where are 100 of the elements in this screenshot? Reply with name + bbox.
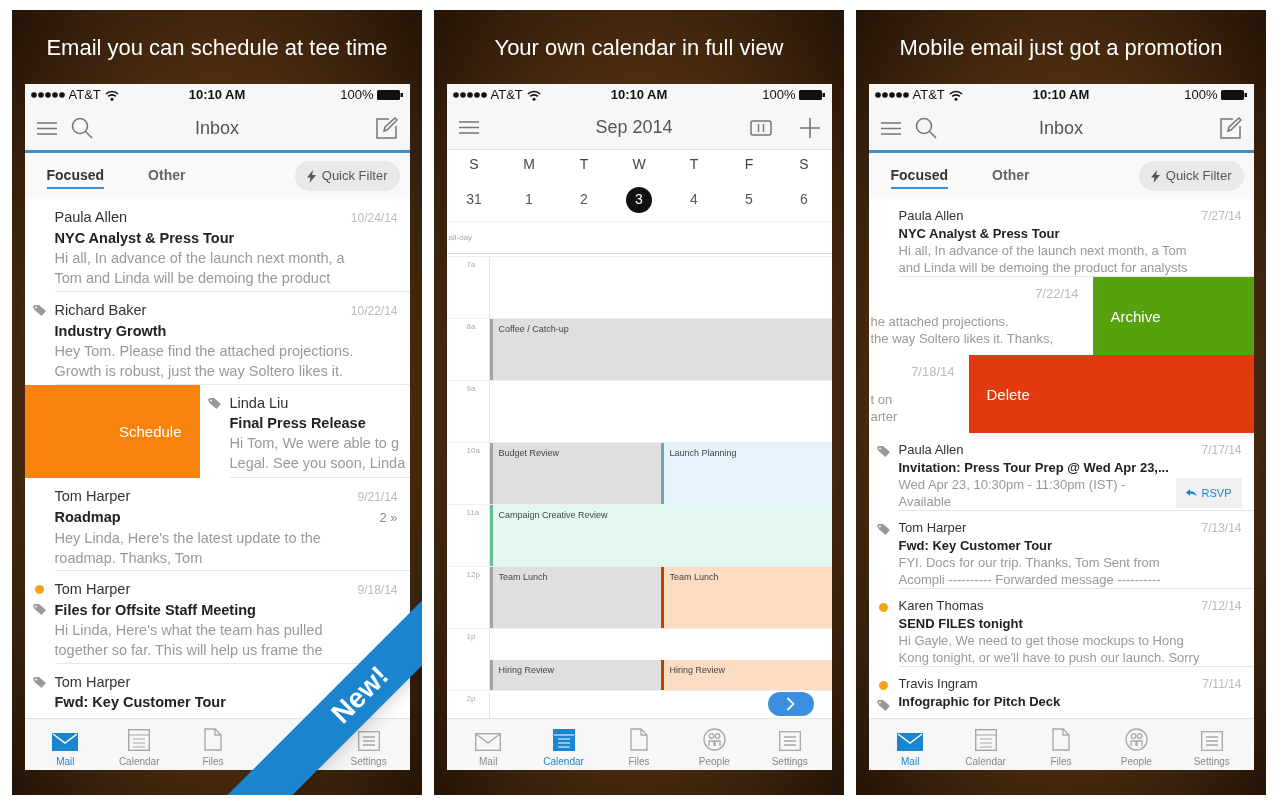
wifi-icon: [526, 89, 541, 101]
calendar-event[interactable]: Team Lunch: [489, 567, 661, 629]
message-subject: Industry Growth: [54, 322, 167, 341]
quick-filter-button[interactable]: Quick Filter: [1138, 161, 1244, 191]
hour-label: 2p: [466, 693, 476, 705]
tab-bar-item[interactable]: Mail: [884, 720, 937, 769]
message-subject: Roadmap: [54, 508, 121, 527]
hour-label: 11a: [466, 507, 480, 519]
message-subject: Final Press Release: [229, 414, 366, 433]
rsvp-button[interactable]: RSVP: [1175, 478, 1242, 508]
calendar-date[interactable]: 2: [571, 186, 597, 213]
next-button[interactable]: [767, 692, 814, 716]
weekday-label: W: [631, 154, 647, 174]
calendar-icon: [552, 728, 575, 751]
tab-bar-item[interactable]: Calendar: [537, 720, 590, 769]
calendar-event[interactable]: Coffee / Catch-up: [489, 319, 832, 381]
battery-icon: [799, 90, 826, 100]
people-icon: [702, 727, 726, 751]
calendar-event[interactable]: Team Lunch: [660, 567, 832, 629]
weekday-label: T: [688, 154, 700, 174]
compose-icon[interactable]: [375, 117, 398, 139]
message-date: 10/24/14: [350, 210, 398, 227]
tab-bar-item[interactable]: Mail: [39, 720, 92, 769]
menu-icon[interactable]: [458, 121, 479, 134]
tab-bar-item[interactable]: Mail: [462, 720, 515, 769]
tab-bar-item[interactable]: People: [1110, 720, 1163, 769]
sender-name: Richard Baker: [54, 301, 147, 320]
all-day-label: all-day: [447, 231, 474, 244]
message-preview: Hi Linda, Here's what the team has pulled together so far. This will help us frame the: [54, 621, 324, 660]
message-date: 7/18/14: [911, 363, 956, 380]
message-preview: Hi all, In advance of the launch next month, a Tom and Linda will be demoing the product for analysts: [898, 242, 1189, 276]
carrier-name: AT&T: [490, 86, 523, 105]
compose-icon[interactable]: [1219, 117, 1242, 139]
file-icon: [1051, 727, 1070, 751]
weekday-label: F: [743, 154, 755, 174]
calendar-date[interactable]: 3: [626, 186, 652, 213]
hour-label: 10a: [466, 445, 480, 457]
sender-name: Linda Liu: [229, 394, 289, 413]
filter-tab[interactable]: Other: [148, 163, 186, 189]
settings-icon: [778, 730, 801, 751]
message-preview: Hey Linda, Here's the latest update to the roadmap. Thanks, Tom: [54, 529, 322, 568]
calendar-date[interactable]: 6: [791, 186, 817, 213]
archive-action[interactable]: Archive: [1092, 277, 1254, 355]
file-icon: [204, 727, 222, 751]
calendar-event[interactable]: Launch Planning: [660, 443, 832, 505]
signal-icon: [30, 92, 65, 98]
calendar-date[interactable]: 4: [681, 186, 707, 213]
calendar-icon: [128, 728, 151, 751]
tab-bar-item[interactable]: Calendar: [959, 720, 1012, 769]
battery-icon: [377, 90, 404, 100]
people-icon: [1124, 727, 1148, 751]
view-toggle-icon[interactable]: [749, 119, 772, 136]
message-subject: Files for Offsite Staff Meeting: [54, 601, 256, 620]
message-date: 7/11/14: [1202, 676, 1242, 693]
search-icon[interactable]: [914, 117, 937, 139]
filter-tab[interactable]: Focused: [890, 163, 949, 189]
screen-title: Inbox: [193, 116, 240, 140]
battery-percent: 100%: [340, 86, 374, 105]
chevron-right-icon: [786, 697, 795, 711]
menu-icon[interactable]: [36, 121, 57, 135]
wifi-icon: [948, 89, 963, 101]
mail-icon: [897, 732, 924, 751]
mail-icon: [475, 732, 502, 751]
battery-icon: [1221, 90, 1248, 100]
filter-tab[interactable]: Focused: [46, 163, 105, 189]
tab-bar-item[interactable]: Calendar: [113, 720, 166, 769]
calendar-event[interactable]: Hiring Review: [489, 660, 661, 691]
add-icon[interactable]: [799, 117, 820, 138]
sender-name: Karen Thomas: [898, 597, 984, 614]
status-time: 10:10 AM: [1032, 86, 1090, 105]
sender-name: Travis Ingram: [898, 675, 978, 692]
sender-name: Paula Allen: [898, 207, 964, 224]
tab-bar-item[interactable]: Files: [1034, 720, 1087, 769]
calendar-date[interactable]: 5: [736, 186, 762, 213]
calendar-event[interactable]: Hiring Review: [660, 660, 832, 691]
search-icon[interactable]: [70, 117, 93, 139]
filter-tab[interactable]: Other: [992, 163, 1030, 189]
tab-bar-item[interactable]: Settings: [1185, 720, 1238, 769]
message-date: 9/18/14: [357, 582, 398, 599]
lightning-icon: [1150, 169, 1160, 183]
signal-icon: [452, 92, 487, 98]
message-preview: Hey Tom. Please find the attached projections. Growth is robust, just the way Soltero likes it.: [54, 342, 355, 381]
calendar-event[interactable]: Campaign Creative Review: [489, 505, 832, 567]
sender-name: Paula Allen: [898, 441, 964, 458]
delete-action[interactable]: Delete: [968, 355, 1254, 433]
tab-bar-item[interactable]: People: [688, 720, 741, 769]
carrier-name: AT&T: [912, 86, 945, 105]
status-time: 10:10 AM: [610, 86, 668, 105]
lightning-icon: [306, 169, 316, 183]
calendar-icon: [974, 728, 997, 751]
message-preview: t on arter: [870, 391, 899, 425]
tab-bar-item[interactable]: Files: [612, 720, 665, 769]
tab-bar-item[interactable]: Settings: [763, 720, 816, 769]
message-subject: Invitation: Press Tour Prep @ Wed Apr 23,...: [898, 459, 1169, 476]
quick-filter-button[interactable]: Quick Filter: [294, 161, 400, 191]
menu-icon[interactable]: [880, 121, 901, 135]
calendar-event[interactable]: Budget Review: [489, 443, 661, 505]
calendar-date[interactable]: 31: [461, 186, 487, 213]
calendar-date[interactable]: 1: [516, 186, 542, 213]
tab-bar-item[interactable]: Files: [187, 720, 239, 769]
